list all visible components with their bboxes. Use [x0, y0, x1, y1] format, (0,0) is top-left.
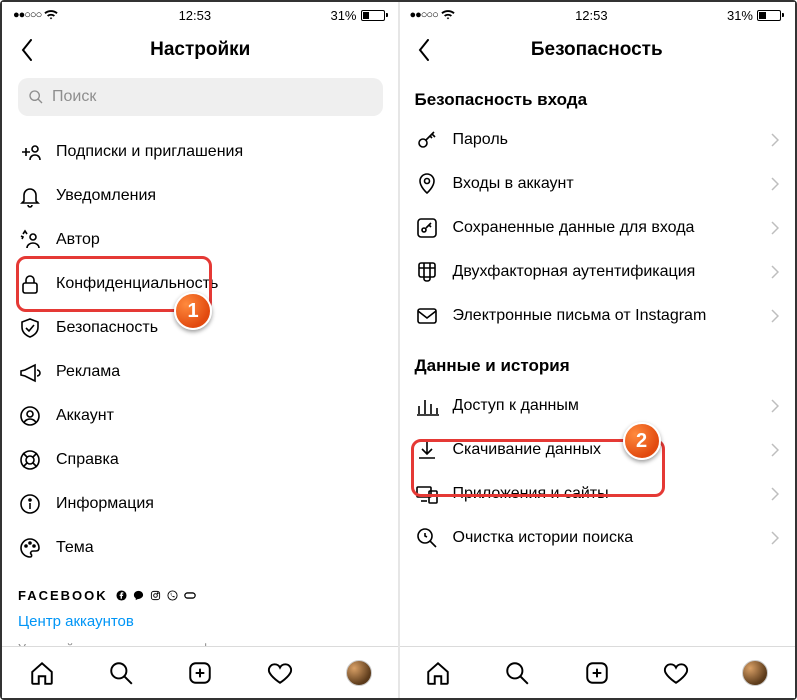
grid-shield-icon: [415, 260, 439, 284]
key-icon: [415, 128, 439, 152]
tab-search[interactable]: [107, 659, 135, 687]
settings-item-notifications[interactable]: Уведомления: [18, 174, 383, 218]
page-title: Настройки: [150, 39, 250, 61]
location-pin-icon: [415, 172, 439, 196]
mail-icon: [415, 304, 439, 328]
tab-home[interactable]: [424, 659, 452, 687]
settings-item-info[interactable]: Информация: [18, 482, 383, 526]
phone-divider: [398, 2, 400, 698]
chevron-right-icon: [771, 443, 779, 457]
chevron-right-icon: [771, 399, 779, 413]
key-square-icon: [415, 216, 439, 240]
tab-profile[interactable]: [345, 659, 373, 687]
star-user-icon: [18, 228, 42, 252]
phone-right: ●●○○○ 12:53 31% Безопасность: [399, 2, 796, 698]
chevron-right-icon: [771, 487, 779, 501]
security-item-emails[interactable]: Электронные письма от Instagram: [415, 294, 780, 338]
tab-new-post[interactable]: [186, 659, 214, 687]
security-item-apps[interactable]: Приложения и сайты: [415, 472, 780, 516]
oculus-icon: [184, 590, 196, 602]
instagram-icon: [150, 590, 162, 602]
facebook-icon: [116, 590, 128, 602]
battery-icon: [757, 10, 784, 21]
megaphone-icon: [18, 360, 42, 384]
search-icon: [28, 89, 44, 105]
security-item-download[interactable]: Скачивание данных: [415, 428, 780, 472]
nav-header: Безопасность: [399, 28, 796, 72]
settings-item-help[interactable]: Справка: [18, 438, 383, 482]
tab-activity[interactable]: [266, 659, 294, 687]
chevron-right-icon: [771, 177, 779, 191]
battery-icon: [361, 10, 388, 21]
nav-header: Настройки: [2, 28, 399, 72]
battery-percent: 31%: [330, 8, 356, 23]
palette-icon: [18, 536, 42, 560]
status-time: 12:53: [179, 8, 212, 23]
security-item-clear-search[interactable]: Очистка истории поиска: [415, 516, 780, 560]
signal-dots-icon: ●●○○○: [410, 9, 438, 21]
tab-activity[interactable]: [662, 659, 690, 687]
avatar: [742, 660, 768, 686]
page-title: Безопасность: [531, 39, 663, 61]
tab-bar: [2, 646, 399, 698]
security-item-data-access[interactable]: Доступ к данным: [415, 384, 780, 428]
avatar: [346, 660, 372, 686]
status-bar: ●●○○○ 12:53 31%: [399, 2, 796, 28]
tab-profile[interactable]: [741, 659, 769, 687]
settings-item-ads[interactable]: Реклама: [18, 350, 383, 394]
info-icon: [18, 492, 42, 516]
section-header-login: Безопасность входа: [415, 72, 780, 118]
chevron-right-icon: [771, 221, 779, 235]
settings-item-account[interactable]: Аккаунт: [18, 394, 383, 438]
facebook-brand-row: FACEBOOK: [18, 588, 383, 603]
download-icon: [415, 438, 439, 462]
search-placeholder: Поиск: [52, 88, 96, 106]
lifebuoy-icon: [18, 448, 42, 472]
phone-left: ●●○○○ 12:53 31% Настройки: [2, 2, 399, 698]
security-item-login-activity[interactable]: Входы в аккаунт: [415, 162, 780, 206]
user-plus-icon: [18, 140, 42, 164]
back-button[interactable]: [409, 28, 439, 72]
settings-item-theme[interactable]: Тема: [18, 526, 383, 570]
security-item-two-factor[interactable]: Двухфакторная аутентификация: [415, 250, 780, 294]
security-item-saved-login[interactable]: Сохраненные данные для входа: [415, 206, 780, 250]
shield-icon: [18, 316, 42, 340]
settings-item-security[interactable]: Безопасность: [18, 306, 383, 350]
footer-description: Управляйте кросс-сервисными функциями в …: [18, 640, 383, 646]
search-clock-icon: [415, 526, 439, 550]
messenger-icon: [133, 590, 145, 602]
section-header-data: Данные и история: [415, 338, 780, 384]
settings-item-subscriptions[interactable]: Подписки и приглашения: [18, 130, 383, 174]
bar-chart-icon: [415, 394, 439, 418]
tab-search[interactable]: [503, 659, 531, 687]
user-circle-icon: [18, 404, 42, 428]
search-input[interactable]: Поиск: [18, 78, 383, 116]
settings-item-author[interactable]: Автор: [18, 218, 383, 262]
chevron-right-icon: [771, 133, 779, 147]
back-button[interactable]: [12, 28, 42, 72]
battery-percent: 31%: [727, 8, 753, 23]
lock-icon: [18, 272, 42, 296]
tab-new-post[interactable]: [583, 659, 611, 687]
status-bar: ●●○○○ 12:53 31%: [2, 2, 399, 28]
status-time: 12:53: [575, 8, 608, 23]
settings-item-privacy[interactable]: Конфиденциальность: [18, 262, 383, 306]
wifi-icon: [43, 8, 59, 23]
tab-home[interactable]: [28, 659, 56, 687]
chevron-right-icon: [771, 265, 779, 279]
tab-bar: [399, 646, 796, 698]
whatsapp-icon: [167, 590, 179, 602]
signal-dots-icon: ●●○○○: [13, 9, 41, 21]
chevron-right-icon: [771, 309, 779, 323]
devices-icon: [415, 482, 439, 506]
security-item-password[interactable]: Пароль: [415, 118, 780, 162]
wifi-icon: [440, 8, 456, 23]
bell-icon: [18, 184, 42, 208]
accounts-center-link[interactable]: Центр аккаунтов: [18, 613, 383, 630]
chevron-right-icon: [771, 531, 779, 545]
